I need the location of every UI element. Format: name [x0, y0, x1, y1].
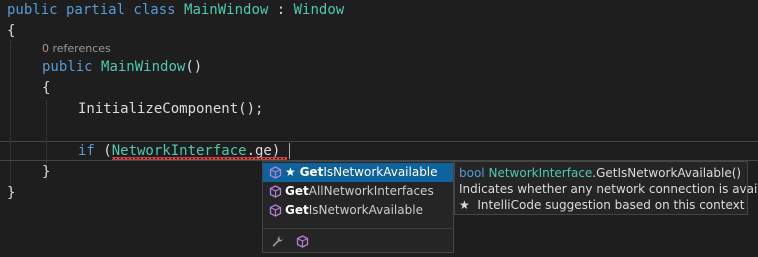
quick-info-tooltip: bool NetworkInterface.GetIsNetworkAvaila… — [454, 161, 758, 215]
signature-return-type: bool — [459, 166, 485, 180]
code-token: } — [42, 164, 51, 180]
code-line: InitializeComponent(); — [78, 99, 263, 120]
signature-class: NetworkInterface — [488, 166, 593, 180]
code-token: InitializeComponent(); — [78, 101, 264, 117]
signature-method: .GetIsNetworkAvailable() — [592, 166, 742, 180]
code-line: public MainWindow() — [42, 57, 202, 78]
code-token: { — [42, 80, 51, 96]
code-token: MainWindow — [184, 2, 269, 18]
completion-item[interactable]: GetIsNetworkAvailable — [263, 201, 453, 220]
method-filter-icon[interactable] — [296, 235, 309, 248]
method-cube-icon — [269, 166, 282, 179]
completion-item[interactable]: GetAllNetworkInterfaces — [263, 182, 453, 201]
code-line: { — [42, 78, 50, 99]
completion-list[interactable]: ★ GetIsNetworkAvailable GetAllNetworkInt… — [262, 161, 454, 253]
text-cursor — [289, 143, 290, 159]
quick-info-signature: bool NetworkInterface.GetIsNetworkAvaila… — [459, 165, 747, 181]
code-token: () — [185, 59, 203, 75]
completion-filter-bar — [263, 228, 453, 253]
code-token: { — [7, 23, 16, 39]
completion-item-label: GetIsNetworkAvailable — [285, 203, 423, 217]
wrench-icon[interactable] — [271, 235, 284, 248]
indent-guide — [10, 40, 11, 192]
code-line: { — [7, 21, 15, 42]
code-line: } — [7, 183, 15, 204]
completion-item-label: GetAllNetworkInterfaces — [285, 184, 434, 198]
code-token: public partial class — [7, 2, 185, 18]
code-token: ( — [94, 143, 112, 159]
code-token: : — [268, 2, 294, 18]
method-cube-icon — [269, 204, 282, 217]
code-line: } — [42, 162, 50, 183]
intellicode-note: ★ IntelliCode suggestion based on this c… — [459, 198, 745, 212]
quick-info-description: Indicates whether any network connection… — [459, 182, 758, 196]
code-token: } — [7, 185, 16, 201]
method-cube-icon — [269, 185, 282, 198]
code-token: Window — [293, 2, 345, 18]
code-token: MainWindow — [101, 59, 186, 75]
completion-item[interactable]: ★ GetIsNetworkAvailable — [263, 163, 453, 182]
code-token: if — [78, 143, 95, 159]
code-line: public partial class MainWindow : Window — [7, 0, 344, 21]
completion-item-label: ★ GetIsNetworkAvailable — [285, 165, 438, 179]
codelens-references[interactable]: 0 references — [42, 41, 111, 57]
code-token: public — [42, 59, 102, 75]
error-squiggle — [112, 157, 287, 160]
